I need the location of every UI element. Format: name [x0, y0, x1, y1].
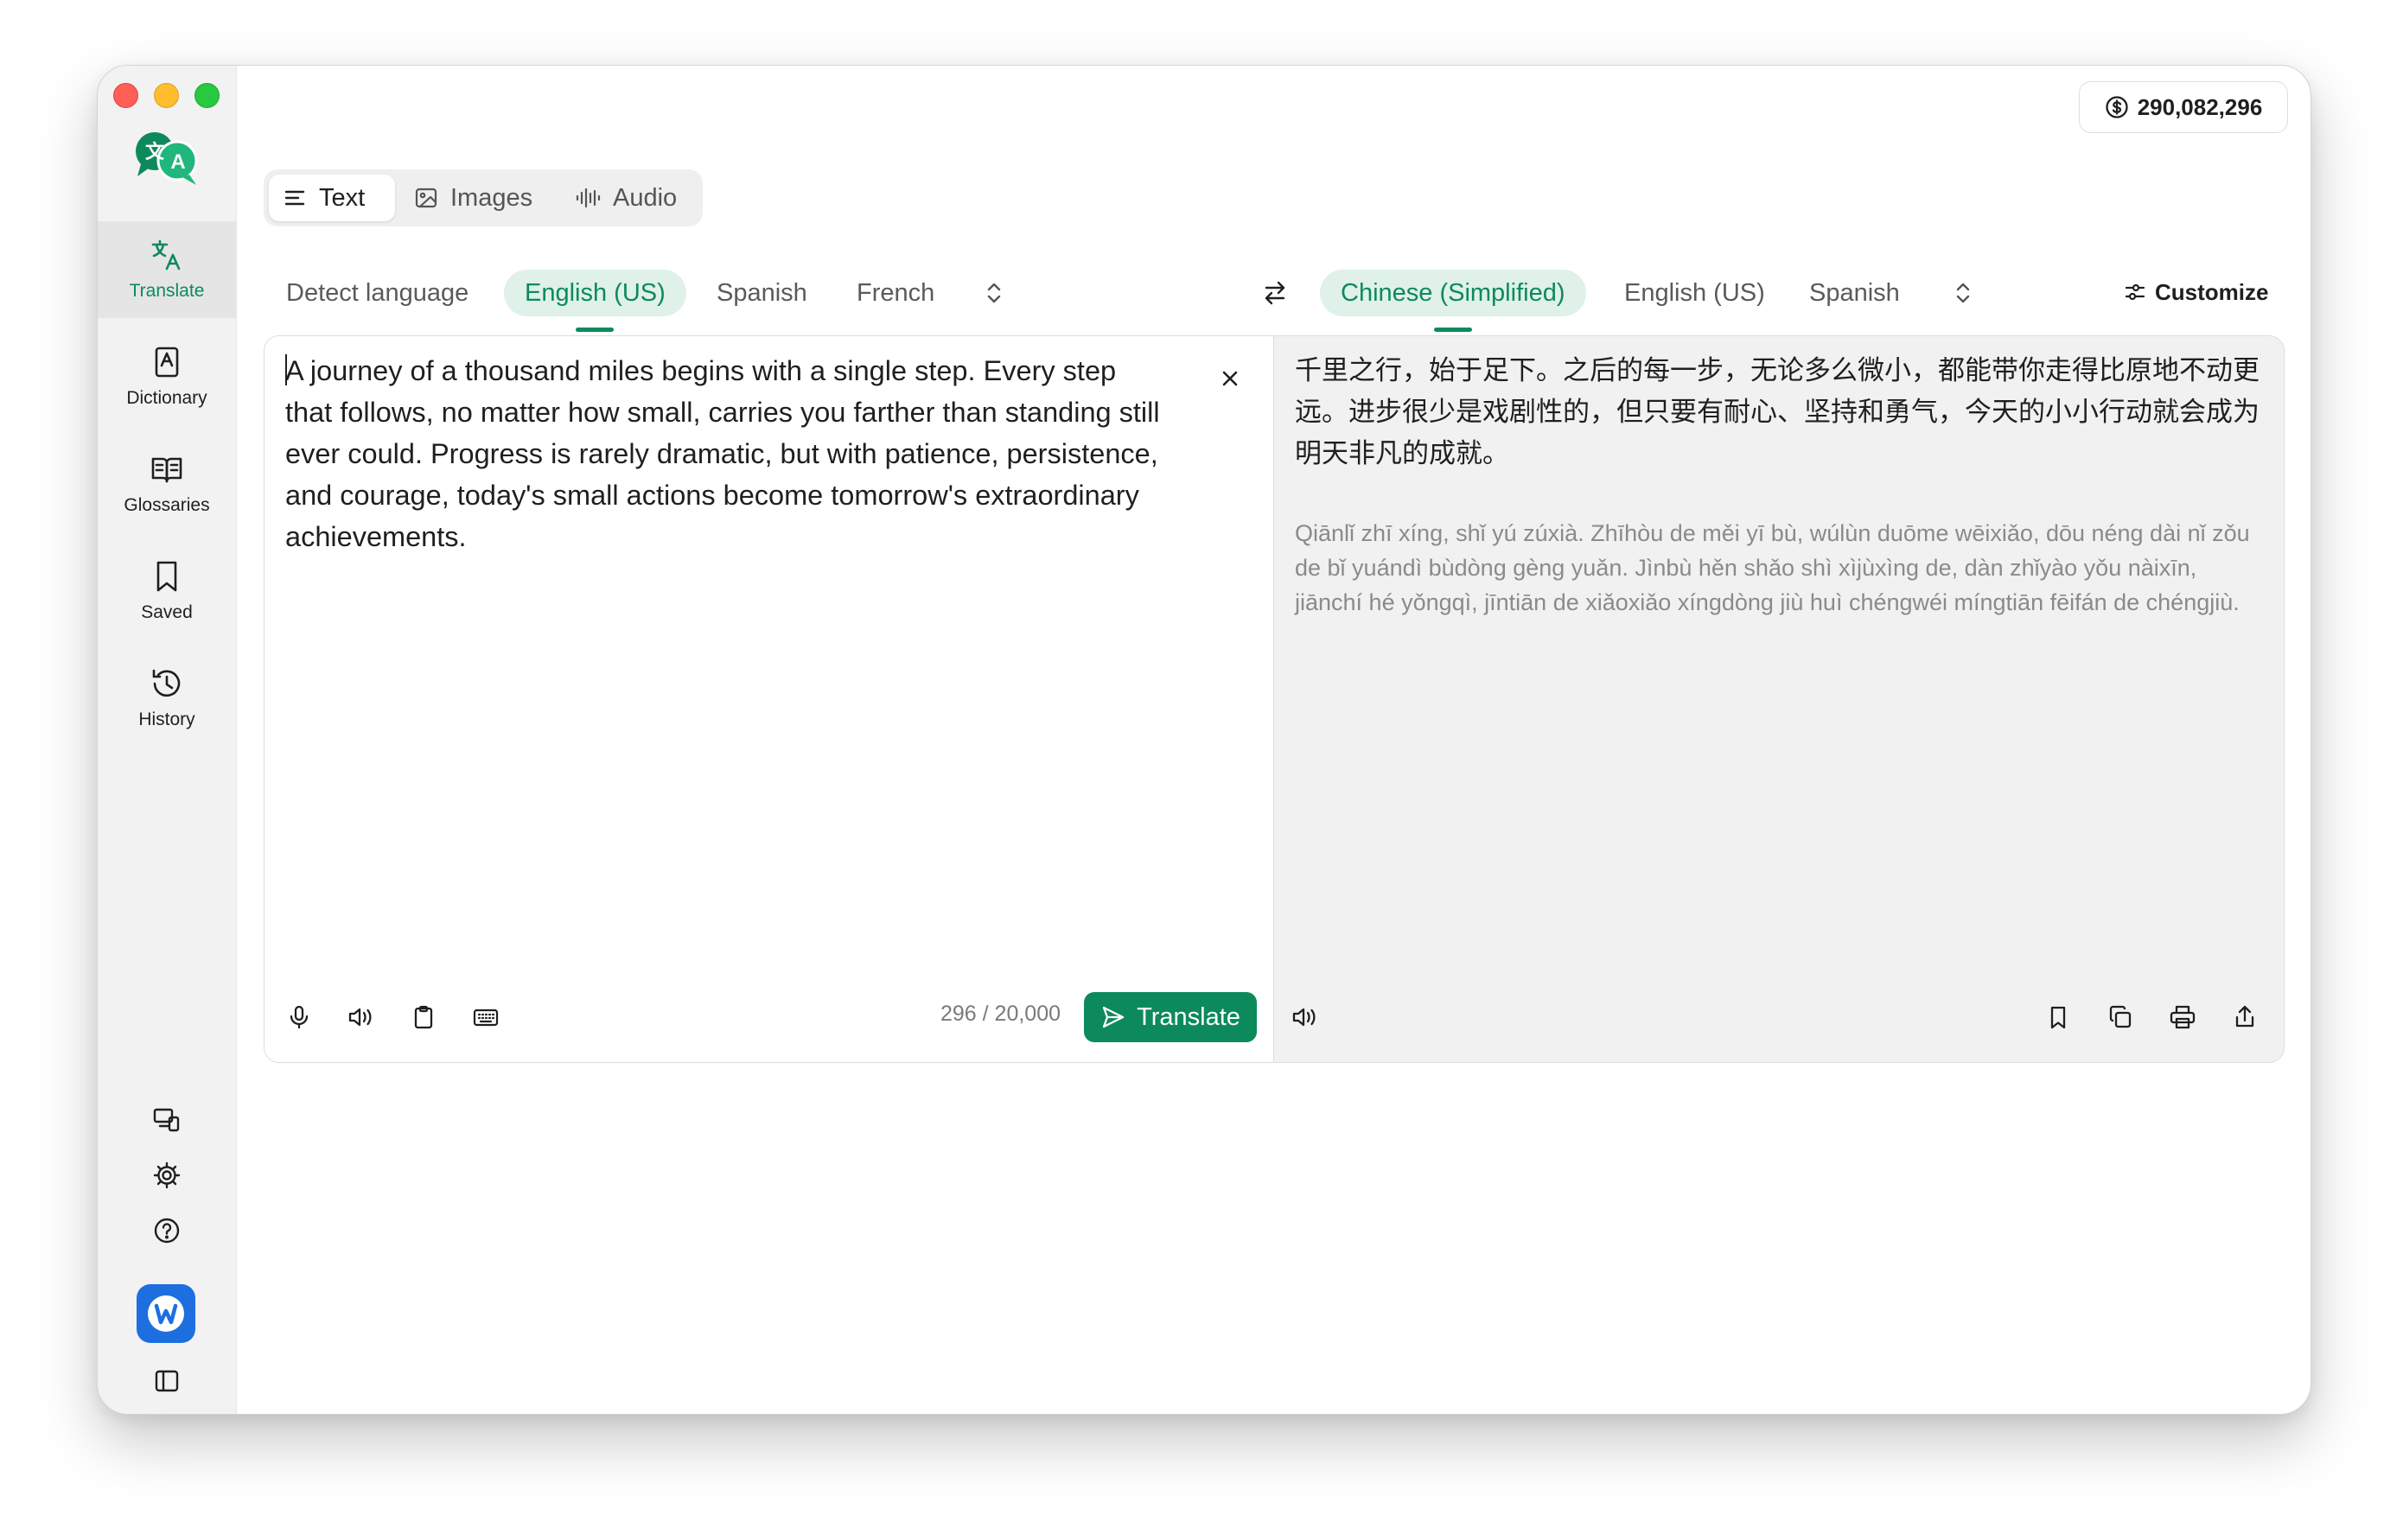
toggle-sidebar-button[interactable]: [148, 1362, 186, 1400]
bookmark-icon: [156, 561, 177, 592]
maximize-window-button[interactable]: [194, 83, 220, 108]
save-translation-button[interactable]: [2041, 1000, 2075, 1034]
sidebar-item-label: History: [138, 710, 195, 729]
dollar-icon: [2106, 96, 2128, 118]
close-window-button[interactable]: [113, 83, 138, 108]
customize-label: Customize: [2155, 278, 2269, 305]
send-icon: [1102, 1006, 1125, 1028]
source-text: A journey of a thousand miles begins wit…: [285, 355, 1160, 552]
translation-panel: A journey of a thousand miles begins wit…: [264, 335, 2285, 1063]
keyboard-button[interactable]: [468, 1000, 503, 1034]
source-lang-spanish[interactable]: Spanish: [717, 270, 807, 316]
swap-languages-icon[interactable]: [1259, 278, 1291, 308]
app-window: 文 A Translate Dictionary Glossaries Save…: [97, 65, 2311, 1415]
tab-label: Audio: [613, 183, 678, 212]
help-button[interactable]: [148, 1212, 186, 1250]
sidebar-item-label: Glossaries: [124, 495, 210, 515]
sidebar-item-history[interactable]: History: [98, 650, 236, 747]
copy-translation-button[interactable]: [2103, 1000, 2138, 1034]
target-lang-english-us[interactable]: English (US): [1624, 270, 1765, 316]
clipboard-icon: [414, 1005, 433, 1029]
book-icon: [151, 457, 182, 483]
microphone-button[interactable]: [282, 1000, 316, 1034]
paste-button[interactable]: [406, 1000, 441, 1034]
target-pane: 千里之行，始于足下。之后的每一步，无论多么微小，都能带你走得比原地不动更远。进步…: [1273, 336, 2284, 1062]
translate-button-label: Translate: [1137, 1002, 1240, 1031]
credit-balance[interactable]: 290,082,296: [2079, 81, 2288, 133]
tab-label: Text: [319, 183, 366, 212]
customize-button[interactable]: Customize: [2124, 275, 2268, 309]
svg-text:文: 文: [145, 141, 165, 163]
listen-source-button[interactable]: [344, 1000, 379, 1034]
speaker-icon: [348, 1008, 372, 1027]
app-logo-icon: 文 A: [136, 132, 198, 185]
devices-button[interactable]: [148, 1101, 186, 1139]
bookmark-icon: [2050, 1006, 2066, 1029]
tab-text[interactable]: Text: [269, 175, 395, 221]
text-lines-icon: [284, 190, 305, 206]
clear-text-icon[interactable]: [1215, 364, 1245, 393]
source-pane: A journey of a thousand miles begins wit…: [265, 336, 1272, 1062]
sidebar-item-label: Translate: [129, 281, 205, 301]
keyboard-icon: [473, 1009, 499, 1027]
pinyin-transliteration: Qiānlǐ zhī xíng, shǐ yú zúxià. Zhīhòu de…: [1295, 520, 2250, 615]
target-lang-more-icon[interactable]: [1950, 278, 1976, 308]
sidebar-item-saved[interactable]: Saved: [98, 543, 236, 640]
source-lang-detect[interactable]: Detect language: [286, 270, 468, 316]
dictionary-icon: [155, 347, 179, 378]
microphone-icon: [290, 1005, 309, 1029]
share-translation-button[interactable]: [2228, 1000, 2262, 1034]
svg-text:A: A: [170, 150, 185, 174]
minimize-window-button[interactable]: [154, 83, 179, 108]
printer-icon: [2170, 1005, 2196, 1029]
sidebar-toggle-icon: [155, 1370, 179, 1392]
target-lang-spanish[interactable]: Spanish: [1809, 270, 1900, 316]
sidebar-item-label: Saved: [141, 602, 193, 622]
translate-button[interactable]: Translate: [1084, 992, 1257, 1042]
brand-app-button[interactable]: [137, 1284, 195, 1343]
tab-images[interactable]: Images: [400, 175, 556, 221]
mode-tabs: Text Images Audio: [264, 169, 703, 226]
waveform-icon: [576, 188, 601, 208]
source-lang-more-icon[interactable]: [981, 278, 1007, 308]
help-icon: [154, 1218, 180, 1244]
translated-text: 千里之行，始于足下。之后的每一步，无论多么微小，都能带你走得比原地不动更远。进步…: [1295, 355, 2260, 468]
sidebar-item-glossaries[interactable]: Glossaries: [98, 436, 236, 532]
share-icon: [2235, 1005, 2254, 1028]
image-icon: [415, 188, 437, 208]
window-controls: [113, 83, 220, 108]
sidebar: 文 A Translate Dictionary Glossaries Save…: [98, 66, 237, 1414]
target-lang-chinese-simplified[interactable]: Chinese (Simplified): [1320, 270, 1586, 332]
brand-icon: [148, 1295, 184, 1332]
source-lang-french[interactable]: French: [857, 270, 934, 316]
listen-translation-button[interactable]: [1288, 1000, 1323, 1034]
gear-icon: [153, 1161, 181, 1189]
print-translation-button[interactable]: [2165, 1000, 2200, 1034]
sidebar-item-label: Dictionary: [126, 388, 207, 408]
tab-label: Images: [450, 183, 533, 212]
copy-icon: [2109, 1005, 2132, 1028]
sliders-icon: [2125, 283, 2145, 301]
history-icon: [152, 669, 181, 697]
settings-button[interactable]: [148, 1156, 186, 1194]
credit-value: 290,082,296: [2137, 93, 2263, 120]
tab-audio[interactable]: Audio: [561, 175, 698, 221]
devices-icon: [153, 1108, 180, 1132]
source-text-input[interactable]: A journey of a thousand miles begins wit…: [285, 350, 1167, 557]
sidebar-item-translate[interactable]: Translate: [98, 221, 236, 318]
source-lang-english-us[interactable]: English (US): [504, 270, 686, 332]
character-count: 296 / 20,000: [940, 1002, 1061, 1026]
speaker-icon: [1292, 1008, 1316, 1027]
translate-icon: [151, 239, 181, 270]
sidebar-item-dictionary[interactable]: Dictionary: [98, 328, 236, 425]
